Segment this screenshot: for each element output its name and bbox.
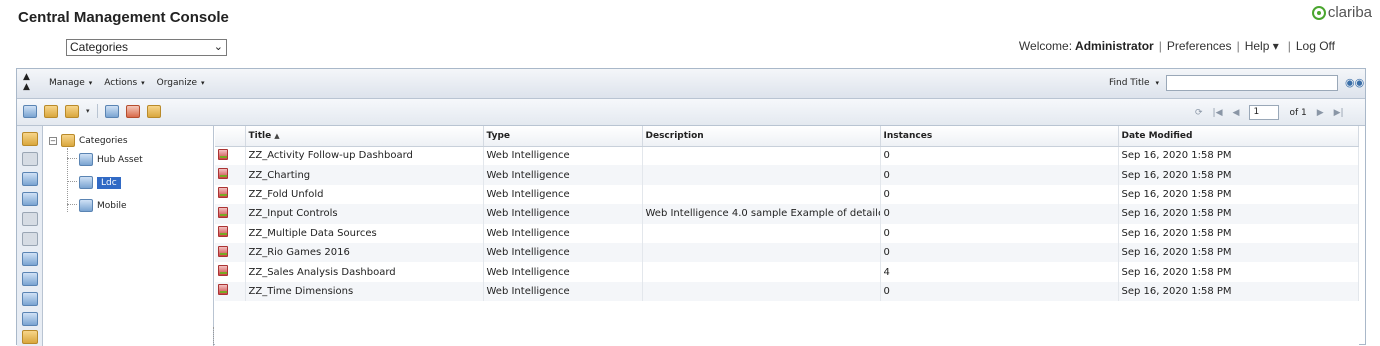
next-page-icon[interactable]: ▶ <box>1317 108 1324 118</box>
events-nav-icon[interactable] <box>22 312 38 326</box>
category-select-value: Categories <box>70 40 129 54</box>
refresh-list-icon[interactable]: ⟳ <box>1195 108 1203 118</box>
page-number-input[interactable]: 1 <box>1249 105 1280 120</box>
find-title-input[interactable] <box>1166 75 1338 91</box>
preferences-link[interactable]: Preferences <box>1167 39 1232 53</box>
webi-document-icon <box>218 206 228 218</box>
categories-nav-icon[interactable] <box>22 172 38 186</box>
category-icon <box>79 176 93 189</box>
new-folder-icon[interactable] <box>44 104 58 118</box>
category-tree: − Categories Hub Asset Ldc Mobile <box>43 126 214 346</box>
collapse-up-icon[interactable]: ▲ <box>23 82 37 92</box>
add-object-dropdown-icon[interactable]: ▾ <box>86 107 90 115</box>
pager: ⟳ |◀ ◀ 1 of 1 ▶ ▶| <box>1195 105 1344 120</box>
webi-document-icon <box>218 245 228 257</box>
collapse-buttons[interactable]: ▲ ▲ <box>23 72 37 92</box>
tree-item-mobile[interactable]: Mobile <box>79 199 127 212</box>
binoculars-search-icon[interactable]: ◉◉ <box>1345 76 1364 89</box>
table-row[interactable]: ZZ_Activity Follow-up Dashboard Web Inte… <box>215 146 1359 166</box>
table-row[interactable]: ZZ_Charting Web Intelligence 0 Sep 16, 2… <box>215 165 1359 185</box>
table-row[interactable]: ZZ_Rio Games 2016 Web Intelligence 0 Sep… <box>215 242 1359 263</box>
col-type[interactable]: Type <box>483 126 643 147</box>
help-menu[interactable]: Help ▾ <box>1245 39 1279 53</box>
prev-page-icon[interactable]: ◀ <box>1233 108 1240 118</box>
folder-icon <box>61 134 75 147</box>
personal-folders-nav-icon[interactable] <box>22 152 38 166</box>
toolbar-icons: ▾ <box>23 104 161 118</box>
table-row[interactable]: ZZ_Sales Analysis Dashboard Web Intellig… <box>215 262 1359 282</box>
tree-root[interactable]: − Categories <box>49 134 128 147</box>
documents-table: Title ▲ Type Description Instances Date M… <box>215 126 1359 346</box>
clariba-logo: clariba <box>1311 4 1372 21</box>
inbox-nav-icon[interactable] <box>22 192 38 206</box>
add-object-icon[interactable] <box>65 104 79 118</box>
menu-organize[interactable]: Organize ▾ <box>157 78 205 88</box>
webi-document-icon <box>218 148 228 160</box>
webi-document-icon <box>218 187 228 199</box>
welcome-prefix: Welcome: <box>1018 39 1073 53</box>
menu-actions[interactable]: Actions ▾ <box>104 78 144 88</box>
tree-item-hub-asset[interactable]: Hub Asset <box>79 153 143 166</box>
col-description[interactable]: Description <box>642 126 881 147</box>
servers-nav-icon[interactable] <box>22 252 38 266</box>
last-page-icon[interactable]: ▶| <box>1334 108 1344 118</box>
collapse-top-icon[interactable]: ▲ <box>23 72 37 82</box>
category-select[interactable]: Categories ⌄ <box>66 39 227 56</box>
network-nav-icon[interactable] <box>22 292 38 306</box>
col-instances[interactable]: Instances <box>880 126 1119 147</box>
tree-item-ldc[interactable]: Ldc <box>79 176 121 189</box>
user-bar: Welcome: Administrator | Preferences | H… <box>1018 39 1335 53</box>
table-row[interactable]: ZZ_Time Dimensions Web Intelligence 0 Se… <box>215 281 1359 302</box>
users-nav-icon[interactable] <box>22 212 38 226</box>
menu-manage[interactable]: Manage ▾ <box>49 78 92 88</box>
collapse-node-icon[interactable]: − <box>49 136 57 145</box>
folders-nav-icon[interactable] <box>22 132 38 146</box>
webi-document-icon <box>218 226 228 238</box>
logoff-link[interactable]: Log Off <box>1296 39 1335 53</box>
refresh-icon[interactable] <box>23 104 37 118</box>
table-row[interactable]: ZZ_Multiple Data Sources Web Intelligenc… <box>215 223 1359 243</box>
category-icon <box>79 199 93 212</box>
webi-document-icon <box>218 168 228 180</box>
clariba-logo-icon <box>1311 5 1326 20</box>
properties-icon[interactable] <box>146 104 161 118</box>
table-row[interactable]: ZZ_Fold Unfold Web Intelligence 0 Sep 16… <box>215 184 1359 205</box>
schedule-icon[interactable] <box>104 104 119 118</box>
left-icon-bar <box>17 126 43 346</box>
sort-asc-icon: ▲ <box>274 131 280 140</box>
webi-document-icon <box>218 284 228 296</box>
toolbar-menu: Manage ▾ Actions ▾ Organize ▾ <box>49 78 205 88</box>
category-icon <box>79 153 93 166</box>
first-page-icon[interactable]: |◀ <box>1213 108 1223 118</box>
page-count: of 1 <box>1289 107 1307 118</box>
table-row[interactable]: ZZ_Input Controls Web Intelligence Web I… <box>215 204 1359 224</box>
col-title[interactable]: Title ▲ <box>245 126 484 147</box>
secondary-toolbar: ▾ ⟳ |◀ ◀ 1 of 1 ▶ ▶| <box>17 99 1365 126</box>
user-security-icon[interactable] <box>125 104 140 118</box>
col-date-modified[interactable]: Date Modified <box>1118 126 1359 147</box>
username: Administrator <box>1075 39 1154 53</box>
groups-nav-icon[interactable] <box>22 232 38 246</box>
applications-nav-icon[interactable] <box>22 330 38 344</box>
app-title: Central Management Console <box>18 9 229 26</box>
find-title-dropdown[interactable]: Find Title ▾ <box>1109 78 1159 88</box>
chevron-down-icon: ⌄ <box>213 41 223 53</box>
table-header: Title ▲ Type Description Instances Date M… <box>215 126 1359 147</box>
cmc-frame: ▲ ▲ Manage ▾ Actions ▾ Organize ▾ Find Titl… <box>16 68 1366 346</box>
logo-text: clariba <box>1327 4 1372 21</box>
main-toolbar: ▲ ▲ Manage ▾ Actions ▾ Organize ▾ Find Titl… <box>17 69 1365 99</box>
database-nav-icon[interactable] <box>22 272 38 286</box>
webi-document-icon <box>218 265 228 277</box>
